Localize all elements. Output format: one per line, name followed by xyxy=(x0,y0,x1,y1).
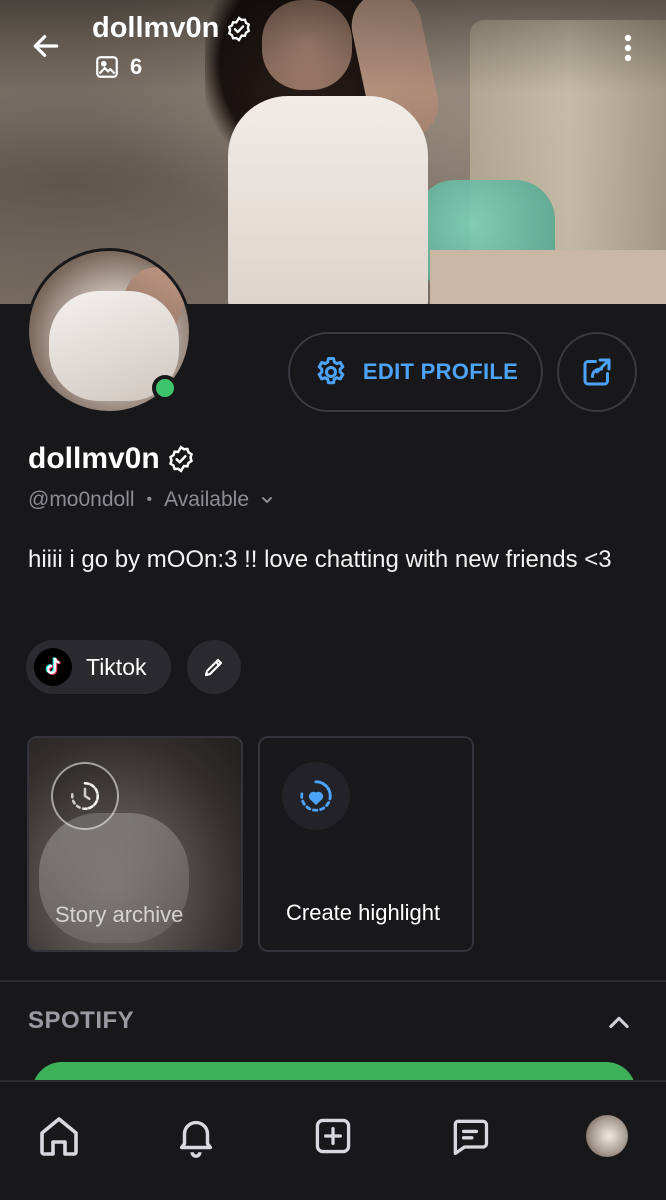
tiktok-icon xyxy=(34,648,72,686)
username-handle: @mo0ndoll xyxy=(28,488,135,511)
story-archive-card[interactable]: Story archive xyxy=(27,736,243,952)
nav-messages[interactable] xyxy=(442,1108,498,1164)
highlight-icon-ring xyxy=(282,762,350,830)
section-divider xyxy=(0,980,666,982)
chevron-down-icon xyxy=(262,497,272,503)
nav-profile[interactable] xyxy=(579,1108,635,1164)
edit-links-button[interactable] xyxy=(187,640,241,694)
online-status-indicator xyxy=(152,375,178,401)
tiktok-link-chip[interactable]: Tiktok xyxy=(26,640,171,694)
plus-square-icon xyxy=(315,1118,351,1154)
edit-profile-label: EDIT PROFILE xyxy=(362,359,519,384)
availability-dropdown[interactable]: Available xyxy=(164,488,275,512)
display-name: dollmv0n xyxy=(28,442,196,476)
edit-profile-button[interactable]: EDIT PROFILE xyxy=(288,332,543,412)
more-options-button[interactable] xyxy=(610,28,646,68)
arrow-left-icon xyxy=(33,35,59,57)
media-count: 6 xyxy=(94,54,142,80)
create-highlight-card[interactable]: Create highlight xyxy=(258,736,474,952)
availability-status: Available xyxy=(164,488,249,511)
gear-icon xyxy=(317,357,345,385)
header-title: dollmv0n xyxy=(92,12,253,45)
history-clock-icon xyxy=(71,781,100,811)
back-button[interactable] xyxy=(24,24,68,68)
profile-avatar-thumbnail xyxy=(586,1115,628,1157)
separator-dot: • xyxy=(146,491,153,508)
chat-icon xyxy=(453,1119,489,1156)
nav-create[interactable] xyxy=(305,1108,361,1164)
story-archive-label: Story archive xyxy=(55,902,184,927)
archive-icon-ring xyxy=(51,762,119,830)
display-name-text: dollmv0n xyxy=(28,442,160,475)
tiktok-link-label: Tiktok xyxy=(86,653,147,680)
bell-icon xyxy=(179,1120,213,1158)
header-username: dollmv0n xyxy=(92,12,220,44)
verified-icon xyxy=(228,15,251,42)
chevron-up-icon xyxy=(609,1016,629,1029)
nav-notifications[interactable] xyxy=(168,1108,224,1164)
share-icon xyxy=(583,358,611,386)
handle-row: @mo0ndoll • Available xyxy=(28,488,275,512)
share-profile-button[interactable] xyxy=(557,332,637,412)
pencil-icon xyxy=(204,658,223,677)
verified-icon xyxy=(168,445,193,473)
image-icon xyxy=(96,56,118,78)
create-highlight-label: Create highlight xyxy=(286,900,441,925)
bottom-navigation xyxy=(0,1080,666,1200)
heart-circle-icon xyxy=(300,780,332,812)
spotify-collapse-button[interactable] xyxy=(600,1004,638,1042)
more-vertical-icon xyxy=(624,34,632,62)
top-bar: dollmv0n 6 xyxy=(0,0,666,110)
spotify-section-title: SPOTIFY xyxy=(28,1007,135,1034)
profile-bio: hiiii i go by mOOn:3 !! love chatting wi… xyxy=(28,546,612,573)
media-count-value: 6 xyxy=(130,54,143,79)
nav-home[interactable] xyxy=(31,1108,87,1164)
home-icon xyxy=(40,1117,78,1156)
